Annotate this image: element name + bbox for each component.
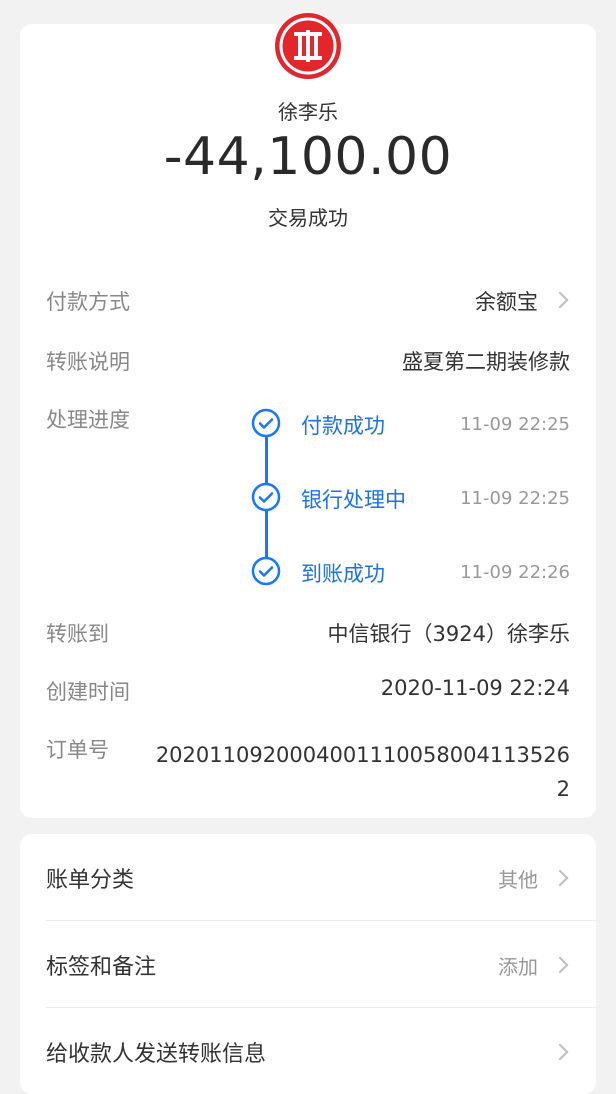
transfer-to-label: 转账到 <box>46 622 109 646</box>
tags-notes-row[interactable]: 标签和备注 添加 <box>20 921 596 1007</box>
payee-name: 徐李乐 <box>278 100 338 124</box>
transaction-detail-card: 徐李乐 -44,100.00 交易成功 付款方式 余额宝 转账说明 盛夏第二期装… <box>20 13 596 818</box>
chevron-right-icon <box>551 956 569 974</box>
tags-notes-label: 标签和备注 <box>46 955 157 980</box>
chevron-right-icon[interactable] <box>551 291 569 309</box>
progress-step-time: 11-09 22:25 <box>460 488 570 509</box>
send-message-row[interactable]: 给收款人发送转账信息 <box>20 1008 596 1094</box>
bill-category-value: 其他 <box>498 868 538 892</box>
created-time-value: 2020-11-09 22:24 <box>380 676 570 700</box>
payment-method-label: 付款方式 <box>46 290 130 314</box>
progress-label: 处理进度 <box>46 408 130 432</box>
chevron-right-icon <box>551 869 569 887</box>
progress-step-time: 11-09 22:26 <box>460 562 570 583</box>
order-number-value: 20201109200040011100580041135262 <box>155 743 570 801</box>
chevron-right-icon <box>551 1043 569 1061</box>
transfer-to-value: 中信银行（3924）徐李乐 <box>327 622 570 646</box>
order-number-label: 订单号 <box>46 738 109 762</box>
check-circle-icon <box>251 408 281 438</box>
transaction-status: 交易成功 <box>268 206 348 230</box>
progress-step-time: 11-09 22:25 <box>460 414 570 435</box>
transfer-note-value: 盛夏第二期装修款 <box>402 350 570 374</box>
progress-step-label: 银行处理中 <box>301 488 406 512</box>
send-message-label: 给收款人发送转账信息 <box>46 1042 267 1067</box>
bill-actions-card: 账单分类 其他 标签和备注 添加 给收款人发送转账信息 <box>20 834 596 1094</box>
progress-step-label: 付款成功 <box>301 414 385 438</box>
check-circle-icon <box>251 556 281 586</box>
bill-category-label: 账单分类 <box>46 868 135 893</box>
citic-bank-logo-icon <box>275 13 341 79</box>
progress-step-label: 到账成功 <box>301 562 385 586</box>
transaction-amount: -44,100.00 <box>163 127 453 187</box>
payment-method-value[interactable]: 余额宝 <box>475 286 538 316</box>
check-circle-icon <box>251 482 281 512</box>
tags-notes-value: 添加 <box>498 955 538 979</box>
bill-category-row[interactable]: 账单分类 其他 <box>20 834 596 920</box>
created-time-label: 创建时间 <box>46 680 130 704</box>
transfer-note-label: 转账说明 <box>46 350 130 374</box>
